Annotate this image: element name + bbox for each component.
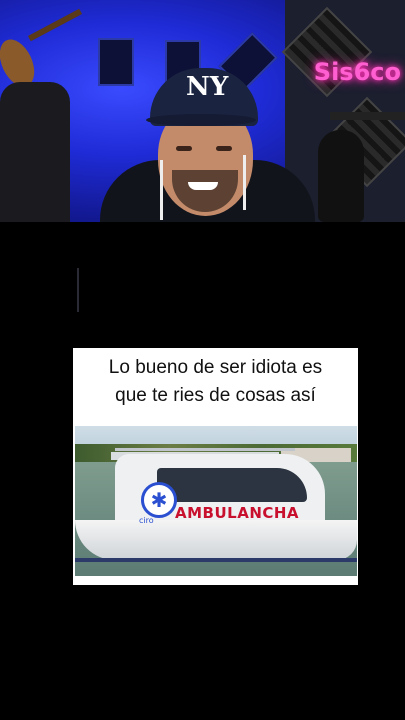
meme-caption: Lo bueno de ser idiota es que te ries de… — [73, 354, 358, 410]
gaming-chair — [0, 82, 70, 222]
cap-brim — [146, 114, 256, 126]
microphone — [318, 130, 364, 222]
eye — [216, 146, 232, 151]
wall-frame — [98, 38, 134, 86]
meme-caption-line: Lo bueno de ser idiota es — [108, 357, 323, 378]
star-of-life-icon: ✱ — [141, 482, 177, 518]
boat-window — [157, 468, 307, 502]
mic-arm — [330, 112, 405, 120]
boat-hull — [75, 520, 357, 560]
neon-sign: Sis6co — [313, 58, 401, 86]
boat-small-label: ciro — [139, 516, 154, 525]
boat-stripe — [75, 558, 357, 562]
mouth — [188, 182, 218, 190]
meme-card: Lo bueno de ser idiota es que te ries de… — [73, 348, 358, 585]
earphone-cable — [243, 155, 246, 210]
guitar-neck — [27, 8, 83, 42]
webcam-feed: Sis6co NY — [0, 0, 405, 222]
ambulancha-label: AMBULANCHA — [175, 504, 300, 522]
meme-caption-line: que te ries de cosas así — [115, 385, 316, 406]
text-cursor-mark — [77, 268, 79, 312]
earphone-cable — [160, 160, 163, 220]
cap-logo: NY — [186, 72, 229, 102]
boat-rail — [115, 448, 295, 451]
meme-photo: ✱ ciro AMBULANCHA — [75, 426, 357, 576]
eye — [176, 146, 192, 151]
